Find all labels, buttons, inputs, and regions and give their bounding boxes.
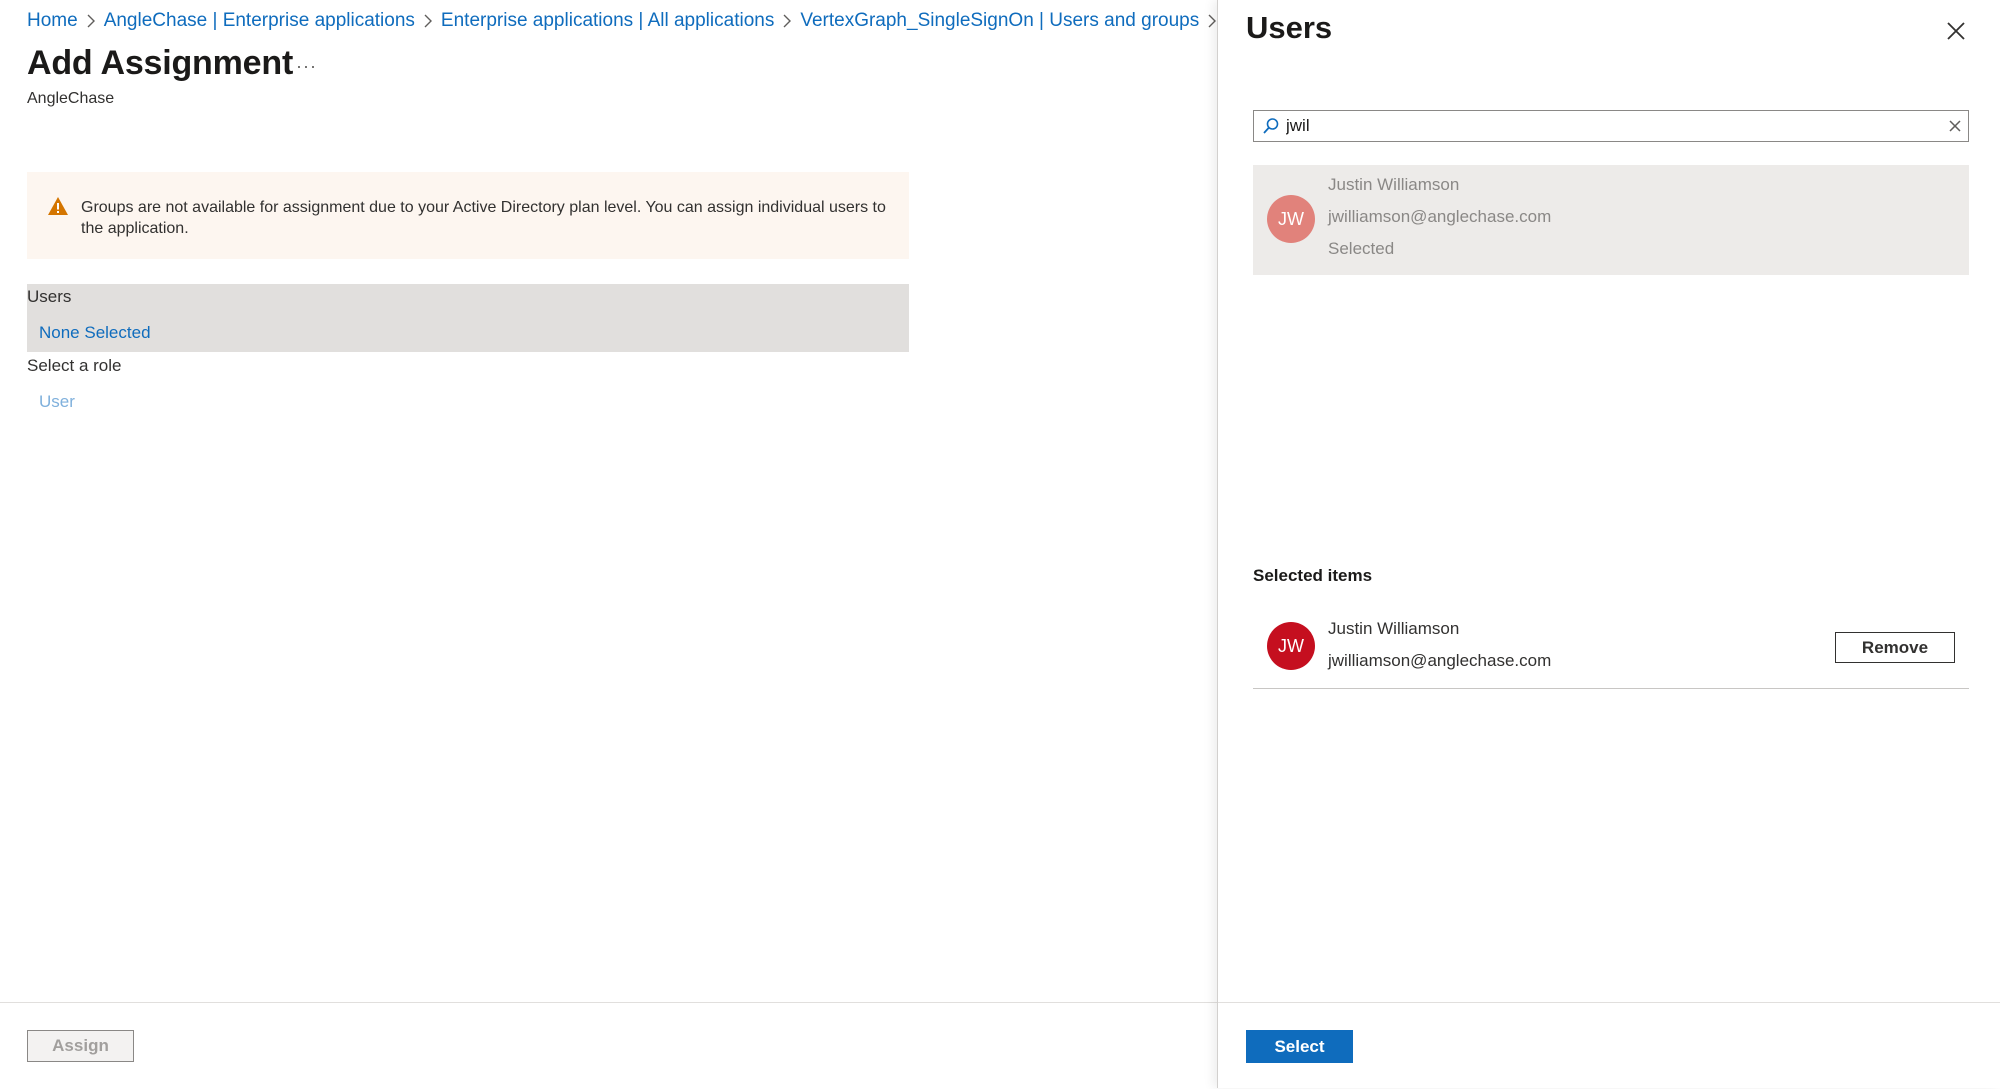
users-panel: Users JW Justin Williamson jwilliamson@a… xyxy=(1217,0,2000,1088)
avatar-initials: JW xyxy=(1278,635,1304,656)
chevron-right-icon xyxy=(415,11,441,31)
selected-item-email: jwilliamson@anglechase.com xyxy=(1328,651,1552,670)
close-icon[interactable] xyxy=(1943,18,1969,44)
more-options-button[interactable]: ··· xyxy=(296,56,317,77)
result-email: jwilliamson@anglechase.com xyxy=(1328,207,1552,226)
breadcrumb: Home AngleChase | Enterprise application… xyxy=(27,10,1225,32)
clear-search-icon[interactable] xyxy=(1947,118,1963,139)
chevron-right-icon xyxy=(774,11,800,31)
warning-icon xyxy=(47,196,69,221)
result-name: Justin Williamson xyxy=(1328,175,1460,194)
result-status: Selected xyxy=(1328,239,1395,258)
page-subtitle: AngleChase xyxy=(27,90,115,107)
search-icon xyxy=(1262,117,1280,140)
role-user-link[interactable]: User xyxy=(39,392,75,412)
chevron-right-icon xyxy=(78,11,104,31)
select-button[interactable]: Select xyxy=(1246,1030,1353,1063)
users-label: Users xyxy=(27,287,72,306)
users-none-selected-link[interactable]: None Selected xyxy=(39,323,151,343)
selected-item: JW Justin Williamson jwilliamson@anglech… xyxy=(1253,612,1969,689)
users-field[interactable]: Users None Selected xyxy=(27,284,909,352)
avatar: JW xyxy=(1267,195,1315,243)
breadcrumb-all-applications[interactable]: Enterprise applications | All applicatio… xyxy=(441,10,774,32)
assign-button[interactable]: Assign xyxy=(27,1030,134,1062)
page-title: Add Assignment xyxy=(27,44,294,82)
selected-items-heading: Selected items xyxy=(1253,566,1373,585)
warning-banner: Groups are not available for assignment … xyxy=(27,172,909,259)
avatar: JW xyxy=(1267,622,1315,670)
breadcrumb-users-and-groups[interactable]: VertexGraph_SingleSignOn | Users and gro… xyxy=(800,10,1199,32)
search-input[interactable] xyxy=(1286,113,1926,139)
search-box xyxy=(1253,110,1969,142)
search-result-item[interactable]: JW Justin Williamson jwilliamson@anglech… xyxy=(1253,165,1969,275)
selected-item-name: Justin Williamson xyxy=(1328,619,1460,638)
remove-button[interactable]: Remove xyxy=(1835,632,1955,663)
page-footer: Assign xyxy=(0,1002,1217,1089)
breadcrumb-enterprise-applications[interactable]: AngleChase | Enterprise applications xyxy=(104,10,415,32)
select-role-label: Select a role xyxy=(27,356,122,375)
panel-title: Users xyxy=(1246,10,1333,45)
breadcrumb-home[interactable]: Home xyxy=(27,10,78,32)
avatar-initials: JW xyxy=(1278,208,1304,229)
warning-text: Groups are not available for assignment … xyxy=(81,199,886,237)
panel-footer: Select xyxy=(1218,1002,2000,1089)
